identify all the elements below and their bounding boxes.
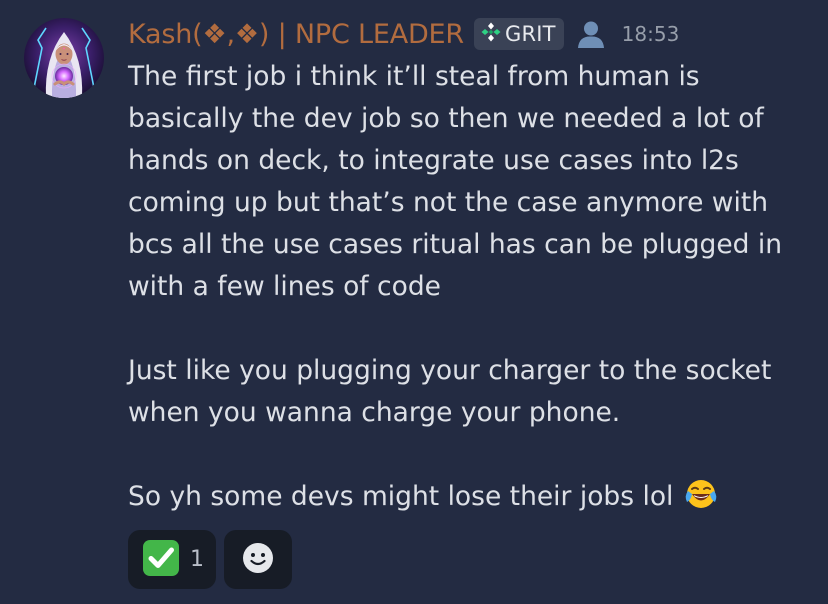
face-with-tears-of-joy-icon bbox=[684, 478, 718, 523]
add-reaction-smiley-icon bbox=[241, 541, 275, 579]
reaction-bar: 1 bbox=[128, 530, 292, 589]
timestamp: 18:53 bbox=[621, 22, 680, 46]
person-icon bbox=[576, 20, 606, 48]
role-tag-label: GRIT bbox=[504, 22, 556, 46]
message-content: The first job i think it’ll steal from h… bbox=[128, 56, 818, 523]
chat-message: Kash(❖,❖) | NPC LEADER GRIT 18:53 The fi bbox=[0, 0, 828, 604]
message-header: Kash(❖,❖) | NPC LEADER GRIT 18:53 bbox=[128, 12, 679, 56]
add-reaction-button[interactable] bbox=[224, 530, 292, 589]
username[interactable]: Kash(❖,❖) | NPC LEADER bbox=[128, 19, 464, 50]
diamond-badge-icon bbox=[480, 21, 502, 47]
check-mark-button-icon bbox=[142, 539, 180, 581]
reaction-check[interactable]: 1 bbox=[128, 530, 216, 589]
message-paragraph-last: So yh some devs might lose their jobs lo… bbox=[128, 476, 818, 523]
message-text: So yh some devs might lose their jobs lo… bbox=[128, 481, 674, 512]
avatar[interactable] bbox=[24, 18, 104, 98]
reaction-count: 1 bbox=[190, 547, 204, 572]
message-paragraph: The first job i think it’ll steal from h… bbox=[128, 61, 783, 302]
message-paragraph: Just like you plugging your charger to t… bbox=[128, 355, 772, 428]
role-tag[interactable]: GRIT bbox=[473, 18, 564, 50]
